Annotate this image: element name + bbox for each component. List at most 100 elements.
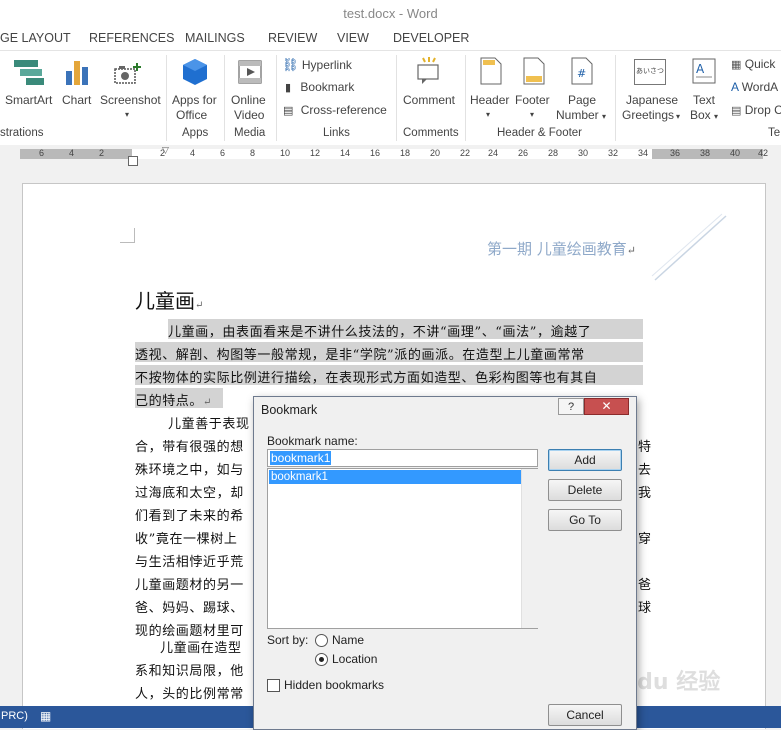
- wordart-icon: A: [731, 80, 739, 94]
- comment-button[interactable]: Comment: [400, 51, 460, 121]
- camera-icon: [114, 63, 141, 84]
- para3-line3: 人，头的比例常常: [135, 687, 244, 702]
- group-illustrations: strations: [0, 127, 44, 139]
- ruler-tick-label: 18: [400, 148, 411, 158]
- ribbon-tabs: GE LAYOUT REFERENCES MAILINGS REVIEW VIE…: [0, 26, 781, 50]
- text-box-button[interactable]: A Text Box ▾: [686, 51, 722, 125]
- delete-button[interactable]: Delete: [548, 479, 622, 501]
- wordart-button[interactable]: A WordA: [731, 80, 778, 95]
- header-button[interactable]: Header ▾: [470, 51, 512, 125]
- cancel-button[interactable]: Cancel: [548, 704, 622, 726]
- online-video-button[interactable]: Online Video: [228, 51, 272, 125]
- tab-page-layout[interactable]: GE LAYOUT: [0, 31, 71, 45]
- bookmark-name-label: Bookmark name:: [267, 434, 358, 448]
- ruler-tick-label: 26: [518, 148, 529, 158]
- apps-for-office-button[interactable]: Apps for Office: [170, 51, 220, 125]
- tab-review[interactable]: REVIEW: [268, 31, 317, 45]
- ruler-tick-label: 8: [250, 148, 256, 158]
- go-to-button[interactable]: Go To: [548, 509, 622, 531]
- ruler-tick-label: 2: [99, 148, 105, 158]
- hidden-bookmarks-label[interactable]: Hidden bookmarks: [284, 678, 384, 692]
- tab-developer[interactable]: DEVELOPER: [393, 31, 469, 45]
- tab-view[interactable]: VIEW: [337, 31, 369, 45]
- indent-marker[interactable]: [128, 156, 138, 166]
- language-indicator[interactable]: PRC): [1, 710, 28, 722]
- ribbon: SmartArt Chart Screenshot ▾ Apps for Off…: [0, 50, 781, 146]
- group-header-footer: Header & Footer: [497, 127, 583, 139]
- bookmark-button[interactable]: ▮ Bookmark: [285, 80, 354, 98]
- para2-line2: 合，带有很强的想: [135, 440, 244, 455]
- ruler-tick-label: 32: [608, 148, 619, 158]
- tab-references[interactable]: REFERENCES: [89, 31, 174, 45]
- help-button[interactable]: ?: [558, 398, 584, 415]
- ruler-tick-label: 10: [280, 148, 291, 158]
- sort-name-radio[interactable]: [315, 634, 328, 647]
- para2-line1: 儿童善于表现: [168, 417, 250, 432]
- japanese-greetings-button[interactable]: あいさつ Japanese Greetings ▾: [618, 51, 684, 125]
- bookmark-name-input[interactable]: bookmark1: [267, 449, 538, 467]
- chevron-down-icon: ▾: [530, 110, 535, 119]
- window-title: test.docx - Word: [343, 6, 438, 21]
- ruler-tick-label: 4: [69, 148, 75, 158]
- link-icon: ⛓: [282, 57, 299, 72]
- para2-line9: 爸、妈妈、踢球、: [135, 601, 244, 616]
- svg-text:#: #: [577, 67, 586, 80]
- tab-mailings[interactable]: MAILINGS: [185, 31, 245, 45]
- hidden-bookmarks-checkbox[interactable]: [267, 679, 280, 692]
- document-heading: 儿童画↵: [135, 289, 204, 313]
- smartart-button[interactable]: SmartArt: [0, 51, 56, 121]
- footer-button[interactable]: Footer ▾: [514, 51, 554, 125]
- para3-line2: 系和知识局限，他: [135, 664, 244, 679]
- first-line-indent-marker[interactable]: ▽: [162, 145, 169, 156]
- para3-line1: 儿童画在造型: [160, 641, 242, 656]
- sort-location-label[interactable]: Location: [332, 652, 377, 666]
- ruler-tick-label: 14: [340, 148, 351, 158]
- ruler-tick-label: 22: [460, 148, 471, 158]
- dialog-title: Bookmark: [261, 403, 318, 417]
- video-icon: [238, 60, 262, 84]
- quick-parts-button[interactable]: ▦ Quick: [731, 57, 775, 73]
- list-item[interactable]: bookmark1: [269, 470, 521, 484]
- footer-icon: [523, 57, 545, 85]
- layout-icon[interactable]: ▦: [40, 709, 51, 723]
- ruler-tick-label: 40: [730, 148, 741, 158]
- para2-line5: 们看到了未来的希: [135, 509, 244, 524]
- add-button[interactable]: Add: [548, 449, 622, 471]
- japanese-greetings-icon: あいさつ: [634, 59, 666, 85]
- quick-parts-icon: ▦: [731, 59, 742, 71]
- group-media: Media: [234, 127, 266, 139]
- smartart-icon: [14, 60, 44, 85]
- title-bar: test.docx - Word: [0, 0, 781, 26]
- sort-by-label: Sort by:: [267, 633, 309, 647]
- hyperlink-button[interactable]: ⛓ Hyperlink: [282, 57, 352, 75]
- chevron-down-icon: ▾: [714, 112, 719, 121]
- ruler-tick-label: 24: [488, 148, 499, 158]
- page-number-button[interactable]: # Page Number ▾: [556, 51, 606, 125]
- ruler-tick-label: 4: [190, 148, 196, 158]
- page-header-text: 第一期 儿童绘画教育↵: [487, 240, 636, 258]
- sort-location-radio[interactable]: [315, 653, 328, 666]
- page-number-icon: #: [571, 57, 593, 85]
- list-scrollbar[interactable]: [521, 469, 538, 628]
- cross-reference-button[interactable]: ▤ Cross-reference: [283, 103, 387, 121]
- close-button[interactable]: ✕: [584, 398, 629, 415]
- ruler-tick-label: 20: [430, 148, 441, 158]
- ruler-tick-label: 6: [220, 148, 226, 158]
- para2-line7: 与生活相悖近乎荒: [135, 555, 244, 570]
- chevron-down-icon: ▾: [676, 112, 681, 121]
- svg-text:A: A: [696, 62, 705, 76]
- sort-name-label[interactable]: Name: [332, 633, 364, 647]
- cross-reference-icon: ▤: [283, 105, 294, 117]
- ruler-tick-label: 12: [310, 148, 321, 158]
- chevron-down-icon: ▾: [486, 110, 491, 119]
- para2-line6: 收”竟在一棵树上: [135, 532, 238, 547]
- drop-cap-button[interactable]: ▤ Drop C: [731, 103, 781, 119]
- ruler-tick-label: 28: [548, 148, 559, 158]
- screenshot-button[interactable]: Screenshot ▾: [99, 51, 161, 121]
- bookmark-list[interactable]: bookmark1: [267, 468, 538, 629]
- header-decoration: [651, 213, 727, 281]
- para2-line4: 过海底和太空，却: [135, 486, 244, 501]
- chart-button[interactable]: Chart: [60, 51, 96, 121]
- close-icon: ✕: [601, 399, 612, 413]
- chevron-down-icon: ▾: [125, 110, 130, 119]
